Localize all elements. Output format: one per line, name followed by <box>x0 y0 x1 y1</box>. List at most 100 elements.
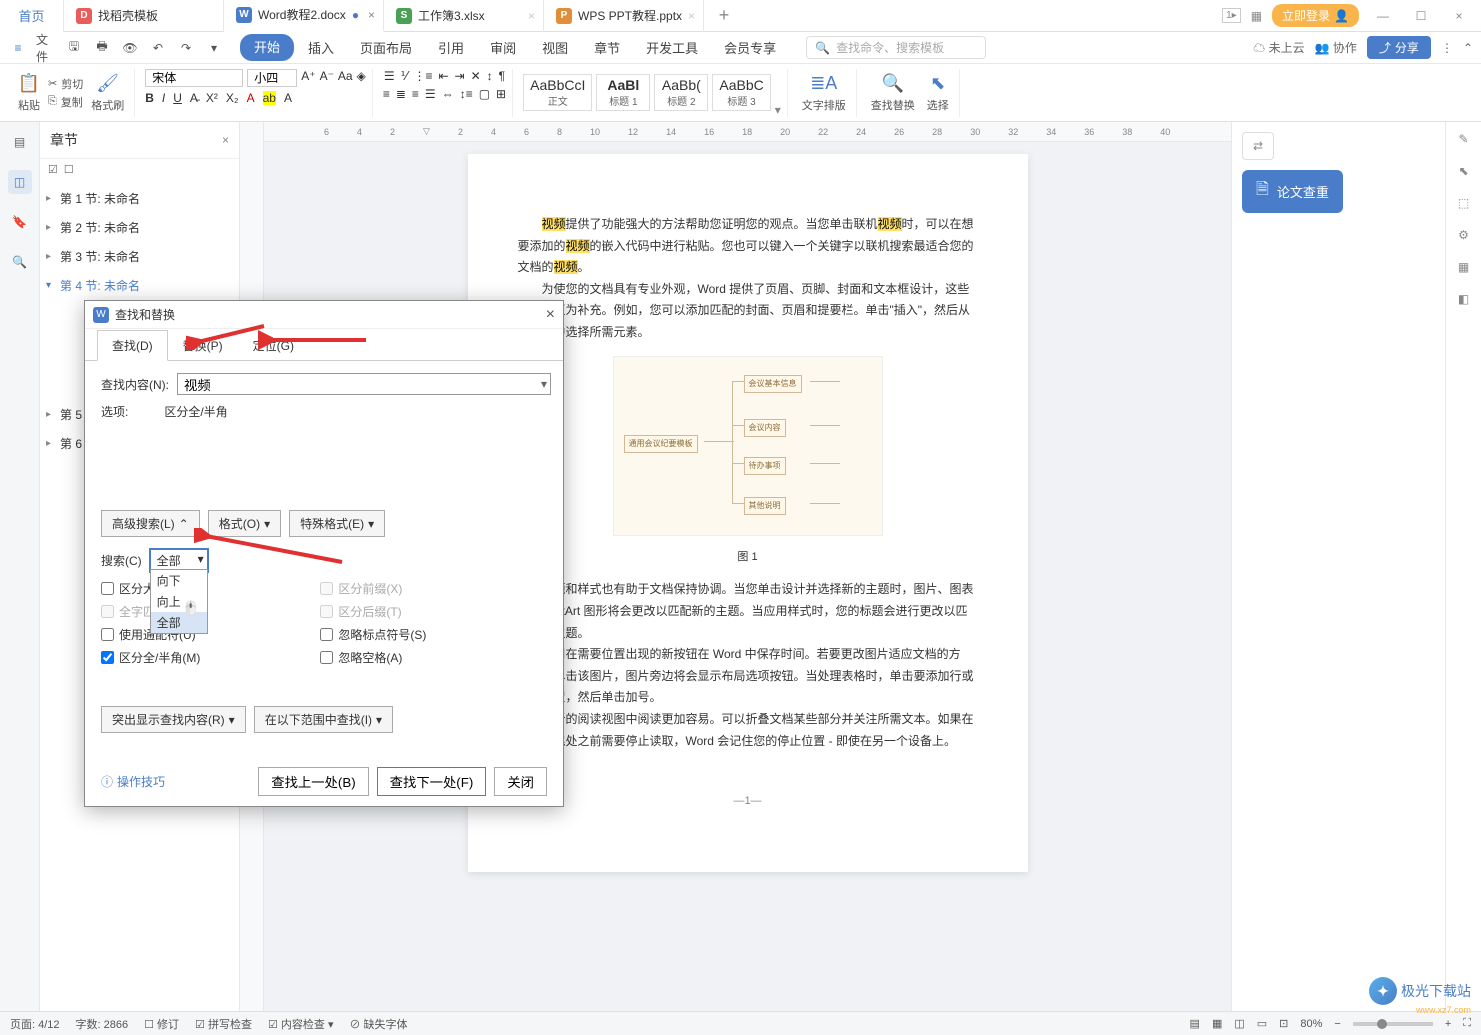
nav-close-icon[interactable]: × <box>222 133 229 147</box>
paragraph[interactable]: 在新的阅读视图中阅读更加容易。可以折叠文档某些部分并关注所需文本。如果在达到结尾… <box>518 709 978 752</box>
section-icon[interactable]: ◫ <box>8 170 32 194</box>
style-h2[interactable]: AaBb(标题 2 <box>654 74 708 111</box>
figure-diagram[interactable]: 通用会议纪要模板 会议基本信息 会议内容 待办事项 其他说明 <box>613 356 883 536</box>
home-tab[interactable]: 首页 <box>0 0 64 32</box>
format-painter-button[interactable]: 🖌格式刷 <box>87 73 128 113</box>
find-next-button[interactable]: 查找下一处(F) <box>377 767 487 796</box>
close-icon[interactable]: × <box>528 9 535 23</box>
align-center-icon[interactable]: ≣ <box>396 87 406 101</box>
advanced-search-button[interactable]: 高级搜索(L) ⌃ <box>101 510 200 537</box>
check-ignore-punct[interactable]: 忽略标点符号(S) <box>320 626 426 643</box>
doc-tab-ppt[interactable]: P WPS PPT教程.pptx × <box>544 0 704 32</box>
find-prev-button[interactable]: 查找上一处(B) <box>258 767 368 796</box>
styles-more-icon[interactable]: ▾ <box>775 103 781 117</box>
share-button[interactable]: ⤴ 分享 <box>1367 36 1431 59</box>
decrease-indent-icon[interactable]: ⇤ <box>438 69 448 83</box>
layout-icon-2[interactable]: ▦ <box>1251 9 1262 23</box>
char-border-button[interactable]: A <box>284 91 292 105</box>
file-menu[interactable]: 文件 <box>36 38 56 58</box>
tab-find[interactable]: 查找(D) <box>97 330 168 361</box>
zoom-in-button[interactable]: + <box>1445 1018 1451 1030</box>
maximize-button[interactable]: ☐ <box>1407 2 1435 30</box>
preview-icon[interactable]: 👁 <box>120 38 140 58</box>
menu-tab-view[interactable]: 视图 <box>530 34 580 61</box>
close-icon[interactable]: × <box>688 9 695 23</box>
numbering-icon[interactable]: ⅟ <box>401 69 408 83</box>
shading-icon[interactable]: ▢ <box>479 87 490 101</box>
menu-icon[interactable]: ≡ <box>8 38 28 58</box>
paragraph-mark-icon[interactable]: ¶ <box>499 69 505 83</box>
menu-tab-reference[interactable]: 引用 <box>426 34 476 61</box>
ab-toggle[interactable]: ⇄ <box>1242 132 1274 160</box>
save-icon[interactable]: 🖫 <box>64 38 84 58</box>
menu-more-icon[interactable]: ⋮ <box>1441 41 1453 55</box>
check-ignore-space[interactable]: 忽略空格(A) <box>320 649 426 666</box>
text-tools-icon[interactable]: ✕ <box>471 69 481 83</box>
close-window-button[interactable]: × <box>1445 2 1473 30</box>
align-left-icon[interactable]: ≡ <box>383 87 390 101</box>
sort-icon[interactable]: ↕ <box>487 69 493 83</box>
cut-button[interactable]: ✂剪切 <box>48 76 83 92</box>
zoom-out-button[interactable]: − <box>1334 1018 1340 1030</box>
grow-font-icon[interactable]: A⁺ <box>301 69 315 87</box>
close-dialog-button[interactable]: 关闭 <box>494 767 547 796</box>
search-panel-icon[interactable]: 🔍 <box>8 250 32 274</box>
doc-tab-template[interactable]: D 找稻壳模板 <box>64 0 224 32</box>
minimize-button[interactable]: — <box>1369 2 1397 30</box>
add-tab-button[interactable]: + <box>704 5 744 26</box>
find-replace-button[interactable]: 🔍查找替换 <box>867 73 919 113</box>
distribute-icon[interactable]: ⇔ <box>442 87 454 101</box>
highlight-button[interactable]: ab <box>263 91 276 105</box>
copy-button[interactable]: ⎘复制 <box>48 94 83 110</box>
bullets-icon[interactable]: ☰ <box>384 69 395 83</box>
multilevel-icon[interactable]: ⋮≡ <box>413 69 432 83</box>
change-case-icon[interactable]: Aa <box>338 69 353 87</box>
view-web-icon[interactable]: ▦ <box>1212 1017 1222 1030</box>
command-search[interactable]: 🔍 查找命令、搜索模板 <box>806 36 986 59</box>
nav-expand-icon[interactable]: ☑ <box>48 163 58 176</box>
italic-button[interactable]: I <box>162 91 165 105</box>
dialog-close-icon[interactable]: × <box>546 306 555 324</box>
highlight-found-button[interactable]: 突出显示查找内容(R) ▾ <box>101 706 246 733</box>
check-duplicate-button[interactable]: 🗎 论文查重 <box>1242 170 1343 213</box>
doc-tab-word[interactable]: W Word教程2.docx ● × <box>224 0 384 32</box>
paragraph[interactable]: 使用在需要位置出现的新按钮在 Word 中保存时间。若要更改图片适应文档的方式，… <box>518 644 978 709</box>
view-print-icon[interactable]: ▤ <box>1190 1017 1200 1030</box>
underline-button[interactable]: U <box>173 91 182 105</box>
menu-tab-insert[interactable]: 插入 <box>296 34 346 61</box>
view-read-icon[interactable]: ▭ <box>1257 1017 1267 1030</box>
paste-button[interactable]: 📋粘贴 <box>14 73 44 113</box>
fullscreen-icon[interactable]: ⛶ <box>1463 1017 1471 1030</box>
increase-indent-icon[interactable]: ⇥ <box>455 69 465 83</box>
qat-dropdown-icon[interactable]: ▾ <box>204 38 224 58</box>
menu-tab-start[interactable]: 开始 <box>240 34 294 61</box>
align-right-icon[interactable]: ≡ <box>412 87 419 101</box>
figure-caption[interactable]: 图 1 <box>518 548 978 568</box>
select-button[interactable]: ⬉选择 <box>923 73 953 113</box>
bookmark-icon[interactable]: 🔖 <box>8 210 32 234</box>
layout-icon-1[interactable]: 1▸ <box>1222 8 1241 23</box>
zoom-value[interactable]: 80% <box>1300 1018 1322 1030</box>
dialog-titlebar[interactable]: W 查找和替换 × <box>85 301 563 329</box>
subscript-button[interactable]: X₂ <box>226 91 239 105</box>
missing-font[interactable]: ⊘ 缺失字体 <box>349 1016 407 1032</box>
coop-button[interactable]: 👥 协作 <box>1315 39 1357 56</box>
zoom-fit-icon[interactable]: ⊡ <box>1279 1017 1288 1030</box>
print-icon[interactable]: 🖶 <box>92 38 112 58</box>
menu-tab-review[interactable]: 审阅 <box>478 34 528 61</box>
style-h1[interactable]: AaBl标题 1 <box>596 74 650 111</box>
setting-icon[interactable]: ⚙ <box>1458 228 1469 242</box>
font-size-select[interactable] <box>247 69 297 87</box>
cursor-mode-icon[interactable]: ⬉ <box>1458 164 1468 178</box>
close-icon[interactable]: × <box>368 8 375 22</box>
paragraph[interactable]: 为使您的文档具有专业外观，Word 提供了页眉、页脚、封面和文本框设计，这些设计… <box>518 279 978 344</box>
text-layout-button[interactable]: ≣A文字排版 <box>798 73 850 113</box>
undo-icon[interactable]: ↶ <box>148 38 168 58</box>
nav-item-1[interactable]: 第 1 节: 未命名 <box>40 184 239 213</box>
paragraph[interactable]: 视频提供了功能强大的方法帮助您证明您的观点。当您单击联机视频时，可以在想要添加的… <box>518 214 978 279</box>
template-icon[interactable]: ▦ <box>1458 260 1469 274</box>
superscript-button[interactable]: X² <box>206 91 218 105</box>
view-outline-icon[interactable]: ◫ <box>1234 1017 1244 1030</box>
zoom-slider[interactable] <box>1353 1022 1433 1026</box>
bold-button[interactable]: B <box>145 91 154 105</box>
